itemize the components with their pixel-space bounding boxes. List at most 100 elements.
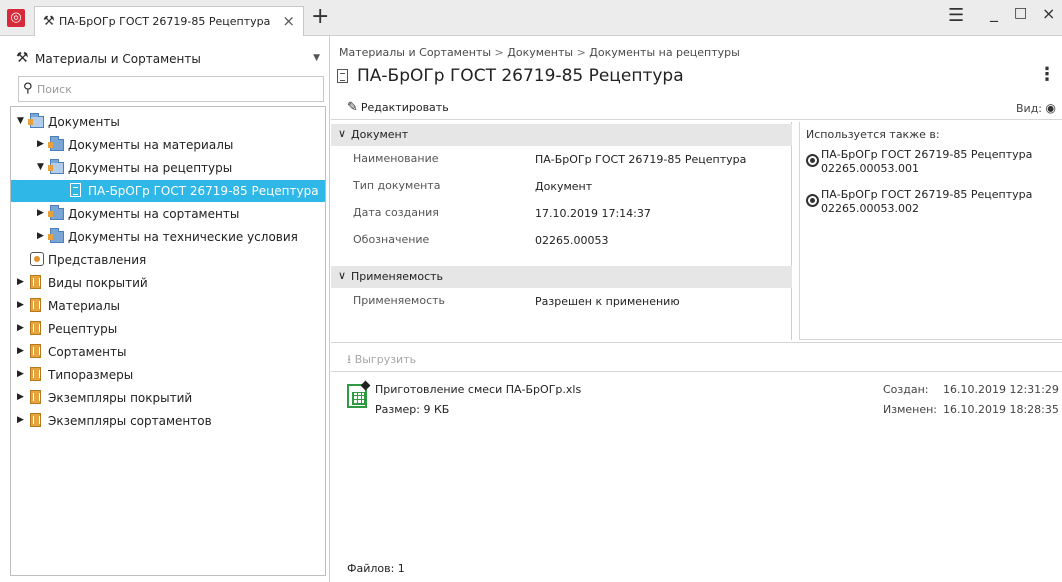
namespace-label: Материалы и Сортаменты [35, 52, 201, 66]
expand-arrow-right-icon[interactable]: ▶ [37, 139, 44, 149]
property-row: Обозначение 02265.00053 [331, 229, 792, 253]
expand-arrow-right-icon[interactable]: ▶ [37, 231, 44, 241]
title-bar: ◎ ⚒ ПА-БрОГр ГОСТ 26719-85 Рецептура × +… [0, 0, 1062, 36]
tree-item[interactable]: ▼ Документы на рецептуры [11, 157, 325, 179]
folder-icon [48, 205, 64, 221]
close-tab-icon[interactable]: × [282, 12, 295, 30]
book-icon [30, 413, 44, 428]
tree-item-selected[interactable]: ПА-БрОГр ГОСТ 26719-85 Рецептура [11, 180, 325, 202]
breadcrumb-item[interactable]: Документы на рецептуры [589, 46, 740, 59]
minimize-icon[interactable]: _ [990, 3, 998, 22]
folder-icon [48, 159, 64, 175]
chevron-down-icon: ∨ [338, 127, 347, 140]
file-item[interactable]: Приготовление смеси ПА-БрОГр.xls Размер:… [347, 380, 1059, 420]
namespace-icon: ⚒ [43, 14, 55, 29]
pencil-icon: ✎ [347, 100, 358, 115]
search-input[interactable] [37, 80, 317, 98]
tree-item[interactable]: ▶ Типоразмеры [11, 364, 325, 386]
tree-item-label: Документы на материалы [68, 138, 234, 152]
also-used-item[interactable]: ПА-БрОГр ГОСТ 26719-85 Рецептура 02265.0… [806, 148, 1058, 178]
page-title: ПА-БрОГр ГОСТ 26719-85 Рецептура [357, 66, 684, 86]
tree-item-label: Документы [48, 115, 120, 129]
book-icon [30, 321, 44, 336]
view-button[interactable]: Вид: ◉ [1016, 101, 1056, 115]
more-options-icon[interactable]: ⋮ [1038, 64, 1056, 85]
tree-item[interactable]: ▶ Сортаменты [11, 341, 325, 363]
expand-arrow-right-icon[interactable]: ▶ [37, 208, 44, 218]
app-logo-icon[interactable]: ◎ [7, 9, 25, 27]
edit-button-label: Редактировать [360, 101, 449, 114]
property-name: Тип документа [353, 179, 441, 192]
breadcrumb: Материалы и Сортаменты > Документы > Док… [339, 46, 740, 59]
close-window-icon[interactable]: × [1042, 4, 1055, 23]
tab-document[interactable]: ⚒ ПА-БрОГр ГОСТ 26719-85 Рецептура × [34, 6, 304, 36]
section-header-applicability[interactable]: ∨ Применяемость [331, 266, 792, 288]
expand-arrow-right-icon[interactable]: ▶ [17, 323, 24, 333]
expand-arrow-right-icon[interactable]: ▶ [17, 277, 24, 287]
expand-arrow-down-icon[interactable]: ▼ [17, 116, 24, 126]
property-value: ПА-БрОГр ГОСТ 26719-85 Рецептура [535, 153, 747, 166]
folder-icon [28, 113, 44, 129]
also-used-name: ПА-БрОГр ГОСТ 26719-85 Рецептура [821, 148, 1033, 161]
view-button-label: Вид: [1016, 102, 1043, 115]
breadcrumb-item[interactable]: Материалы и Сортаменты [339, 46, 491, 59]
also-used-panel: Используется также в: ПА-БрОГр ГОСТ 2671… [799, 122, 1062, 340]
search-box[interactable]: ⚲ [18, 76, 324, 102]
property-row: Тип документа Документ [331, 175, 792, 199]
download-button[interactable]: ⭳ Выгрузить [347, 350, 416, 371]
expand-arrow-right-icon[interactable]: ▶ [17, 300, 24, 310]
expand-arrow-right-icon[interactable]: ▶ [17, 392, 24, 402]
expand-arrow-right-icon[interactable]: ▶ [17, 415, 24, 425]
also-used-code: 02265.00053.002 [821, 202, 919, 215]
breadcrumb-separator: > [494, 46, 504, 59]
tree-item[interactable]: ▶ Материалы [11, 295, 325, 317]
expand-arrow-down-icon[interactable]: ▼ [37, 162, 44, 172]
properties-panel: ∨ Документ Наименование ПА-БрОГр ГОСТ 26… [331, 122, 792, 340]
edit-button[interactable]: ✎ Редактировать [347, 100, 449, 118]
expand-arrow-right-icon[interactable]: ▶ [17, 369, 24, 379]
tree-item[interactable]: Представления [11, 249, 325, 271]
also-used-title: Используется также в: [806, 128, 940, 141]
search-icon: ⚲ [23, 81, 33, 96]
tree-item-label: Экземпляры сортаментов [48, 414, 212, 428]
section-header-document[interactable]: ∨ Документ [331, 124, 792, 146]
tree-item-label: Рецептуры [48, 322, 118, 336]
namespace-selector[interactable]: ⚒ Материалы и Сортаменты ▼ [16, 48, 324, 70]
breadcrumb-item[interactable]: Документы [507, 46, 573, 59]
property-name: Применяемость [353, 294, 446, 307]
tree-item[interactable]: ▶ Рецептуры [11, 318, 325, 340]
tree-item[interactable]: ▶ Виды покрытий [11, 272, 325, 294]
tree-item[interactable]: ▶ Экземпляры сортаментов [11, 410, 325, 432]
tab-label: ПА-БрОГр ГОСТ 26719-85 Рецептура [59, 15, 271, 28]
spreadsheet-file-icon [347, 384, 367, 408]
chevron-down-icon: ∨ [338, 269, 347, 282]
tree-item[interactable]: ▶ Документы на сортаменты [11, 203, 325, 225]
object-link-icon [806, 154, 819, 167]
property-value: 02265.00053 [535, 234, 609, 247]
tree-item-label: Документы на сортаменты [68, 207, 240, 221]
expand-arrow-right-icon[interactable]: ▶ [17, 346, 24, 356]
property-name: Дата создания [353, 206, 439, 219]
file-name: Приготовление смеси ПА-БрОГр.xls [375, 383, 582, 396]
tree-item[interactable]: ▶ Документы на материалы [11, 134, 325, 156]
book-icon [30, 298, 44, 313]
menu-icon[interactable]: ☰ [948, 5, 964, 26]
also-used-item[interactable]: ПА-БрОГр ГОСТ 26719-85 Рецептура 02265.0… [806, 188, 1058, 218]
tree-item[interactable]: ▶ Экземпляры покрытий [11, 387, 325, 409]
eye-icon: ◉ [1045, 101, 1056, 115]
tree-item[interactable]: ▼ Документы [11, 111, 325, 133]
also-used-name: ПА-БрОГр ГОСТ 26719-85 Рецептура [821, 188, 1033, 201]
property-value: 17.10.2019 17:14:37 [535, 207, 651, 220]
new-tab-button[interactable]: + [311, 5, 329, 29]
download-button-label: Выгрузить [354, 353, 417, 366]
tree-item-label: Документы на рецептуры [68, 161, 233, 175]
tree-item-label: Экземпляры покрытий [48, 391, 193, 405]
tree-item-label: Представления [48, 253, 147, 267]
book-icon [30, 390, 44, 405]
created-label: Создан: [883, 383, 929, 396]
tree-item[interactable]: ▶ Документы на технические условия [11, 226, 325, 248]
property-row: Дата создания 17.10.2019 17:14:37 [331, 202, 792, 226]
tree-item-label: ПА-БрОГр ГОСТ 26719-85 Рецептура [88, 184, 319, 198]
breadcrumb-separator: > [576, 46, 586, 59]
maximize-icon[interactable]: □ [1014, 5, 1027, 21]
